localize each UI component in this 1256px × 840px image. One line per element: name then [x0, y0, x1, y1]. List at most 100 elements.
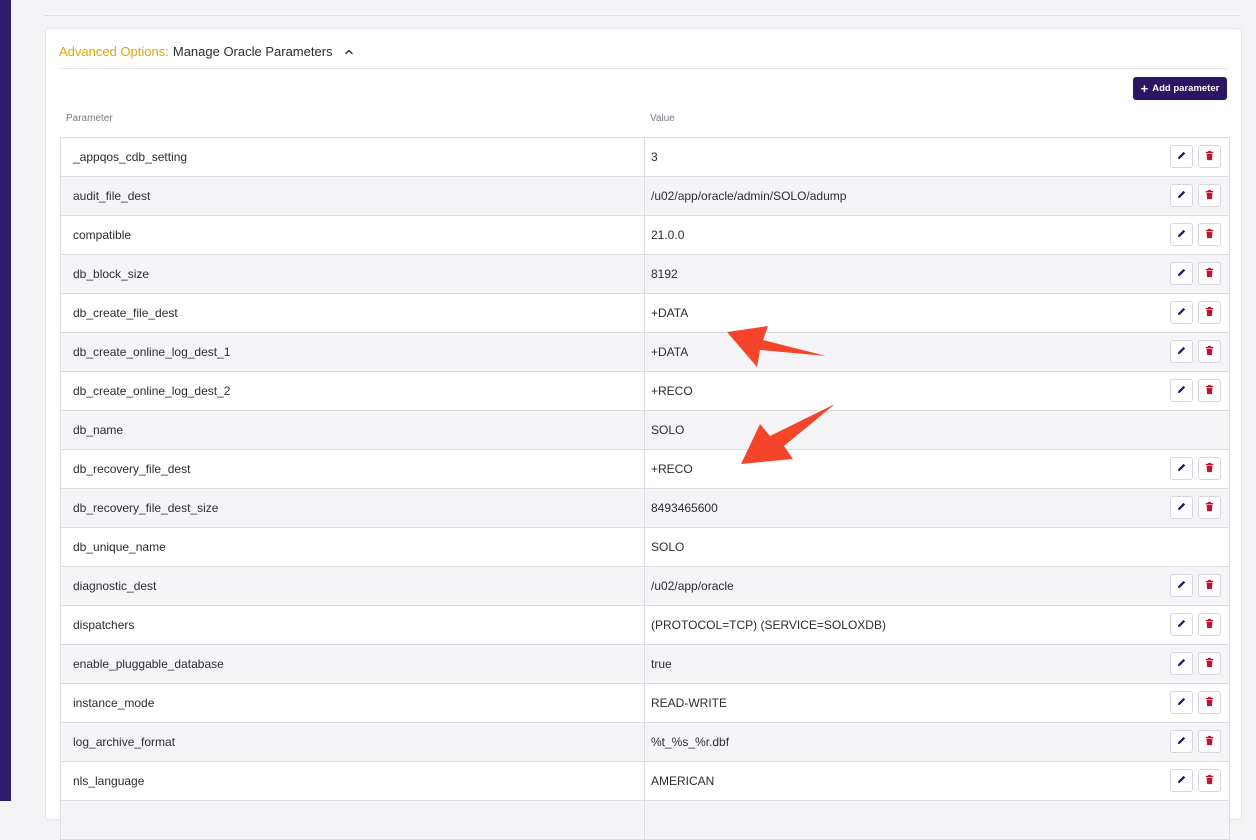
delete-button[interactable]: [1198, 184, 1221, 207]
table-row: db_recovery_file_dest +RECO: [61, 450, 1229, 489]
trash-icon: [1204, 382, 1215, 400]
delete-button[interactable]: [1198, 145, 1221, 168]
edit-button[interactable]: [1170, 145, 1193, 168]
advanced-options-panel: Advanced Options: Manage Oracle Paramete…: [45, 28, 1242, 840]
panel-header[interactable]: Advanced Options: Manage Oracle Paramete…: [59, 44, 355, 59]
parameter-value: SOLO: [644, 528, 1231, 566]
row-actions: [1170, 223, 1221, 246]
pencil-icon: [1176, 304, 1187, 322]
edit-button[interactable]: [1170, 496, 1193, 519]
row-actions: [1170, 301, 1221, 324]
edit-button[interactable]: [1170, 652, 1193, 675]
delete-button[interactable]: [1198, 223, 1221, 246]
parameter-value: /u02/app/oracle/admin/SOLO/adump: [644, 177, 1231, 215]
trash-icon: [1204, 187, 1215, 205]
column-header-parameter: Parameter: [66, 113, 113, 124]
parameter-name: audit_file_dest: [73, 189, 151, 203]
row-actions: [1170, 379, 1221, 402]
parameter-name: db_name: [73, 423, 124, 437]
pencil-icon: [1176, 733, 1187, 751]
table-row: log_archive_format %t_%s_%r.dbf: [61, 723, 1229, 762]
add-parameter-button[interactable]: + Add parameter: [1133, 77, 1227, 100]
trash-icon: [1204, 265, 1215, 283]
edit-button[interactable]: [1170, 457, 1193, 480]
parameter-value: 3: [644, 138, 1231, 176]
trash-icon: [1204, 460, 1215, 478]
panel-title-accent: Advanced Options:: [59, 44, 169, 59]
parameter-name: _appqos_cdb_setting: [73, 150, 188, 164]
edit-button[interactable]: [1170, 730, 1193, 753]
table-row: diagnostic_dest/u02/app/oracle: [61, 567, 1229, 606]
pencil-icon: [1176, 460, 1187, 478]
trash-icon: [1204, 304, 1215, 322]
parameter-name: nls_language: [73, 774, 145, 788]
parameter-name: enable_pluggable_database: [73, 657, 224, 671]
pencil-icon: [1176, 772, 1187, 790]
row-actions: [1170, 613, 1221, 636]
table-row: enable_pluggable_database true: [61, 645, 1229, 684]
pencil-icon: [1176, 265, 1187, 283]
parameter-value: AMERICAN: [644, 762, 1231, 800]
delete-button[interactable]: [1198, 730, 1221, 753]
edit-button[interactable]: [1170, 340, 1193, 363]
trash-icon: [1204, 733, 1215, 751]
pencil-icon: [1176, 577, 1187, 595]
parameter-name: db_create_online_log_dest_1: [73, 345, 231, 359]
parameter-name: db_recovery_file_dest_size: [73, 501, 219, 515]
trash-icon: [1204, 577, 1215, 595]
parameter-value: 8493465600: [644, 489, 1231, 527]
trash-icon: [1204, 694, 1215, 712]
trash-icon: [1204, 148, 1215, 166]
table-row: db_block_size 8192: [61, 255, 1229, 294]
trash-icon: [1204, 499, 1215, 517]
pencil-icon: [1176, 616, 1187, 634]
delete-button[interactable]: [1198, 457, 1221, 480]
row-actions: [1170, 340, 1221, 363]
edit-button[interactable]: [1170, 184, 1193, 207]
table-row: dispatchers (PROTOCOL=TCP) (SERVICE=SOLOX…: [61, 606, 1229, 645]
parameter-value: +RECO: [644, 372, 1231, 410]
delete-button[interactable]: [1198, 262, 1221, 285]
parameter-value: READ-WRITE: [644, 684, 1231, 722]
parameter-name: log_archive_format: [73, 735, 176, 749]
table-row: db_create_file_dest +DATA: [61, 294, 1229, 333]
delete-button[interactable]: [1198, 652, 1221, 675]
delete-button[interactable]: [1198, 301, 1221, 324]
delete-button[interactable]: [1198, 574, 1221, 597]
delete-button[interactable]: [1198, 340, 1221, 363]
table-row: db_name SOLO: [61, 411, 1229, 450]
table-row: [61, 801, 1229, 840]
delete-button[interactable]: [1198, 496, 1221, 519]
delete-button[interactable]: [1198, 769, 1221, 792]
parameter-value: 8192: [644, 255, 1231, 293]
table-row: db_create_online_log_dest_1 +DATA: [61, 333, 1229, 372]
trash-icon: [1204, 655, 1215, 673]
edit-button[interactable]: [1170, 691, 1193, 714]
parameter-name: instance_mode: [73, 696, 155, 710]
edit-button[interactable]: [1170, 613, 1193, 636]
chevron-up-icon[interactable]: [343, 46, 355, 58]
pencil-icon: [1176, 343, 1187, 361]
edit-button[interactable]: [1170, 262, 1193, 285]
pencil-icon: [1176, 499, 1187, 517]
edit-button[interactable]: [1170, 574, 1193, 597]
edit-button[interactable]: [1170, 379, 1193, 402]
parameter-value: SOLO: [644, 411, 1231, 449]
parameter-value: /u02/app/oracle: [644, 567, 1231, 605]
parameter-value: 21.0.0: [644, 216, 1231, 254]
edit-button[interactable]: [1170, 769, 1193, 792]
pencil-icon: [1176, 187, 1187, 205]
parameter-name: db_recovery_file_dest: [73, 462, 191, 476]
add-parameter-label: Add parameter: [1152, 83, 1220, 94]
trash-icon: [1204, 226, 1215, 244]
delete-button[interactable]: [1198, 613, 1221, 636]
delete-button[interactable]: [1198, 691, 1221, 714]
delete-button[interactable]: [1198, 379, 1221, 402]
pencil-icon: [1176, 148, 1187, 166]
parameter-name: compatible: [73, 228, 132, 242]
pencil-icon: [1176, 655, 1187, 673]
parameter-value: +DATA: [644, 294, 1231, 332]
panel-title: Manage Oracle Parameters: [172, 44, 333, 59]
edit-button[interactable]: [1170, 301, 1193, 324]
edit-button[interactable]: [1170, 223, 1193, 246]
